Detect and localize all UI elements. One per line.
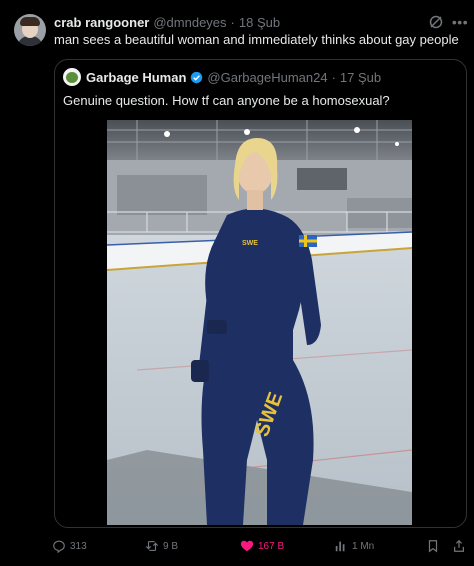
quote-display-name[interactable]: Garbage Human bbox=[86, 70, 186, 85]
views-button[interactable]: 1 Mn bbox=[334, 538, 374, 554]
tweet-text: man sees a beautiful woman and immediate… bbox=[54, 32, 459, 47]
like-count: 167 B bbox=[258, 540, 285, 552]
quote-media-image[interactable]: SWE SWE bbox=[107, 120, 412, 525]
grok-icon[interactable] bbox=[428, 14, 444, 30]
like-button[interactable]: 167 B bbox=[240, 538, 284, 554]
more-icon[interactable]: ••• bbox=[451, 14, 469, 30]
quote-separator-dot: · bbox=[331, 69, 336, 85]
reply-button[interactable]: 313 bbox=[52, 538, 87, 554]
quote-header: Garbage Human @GarbageHuman24 · 17 Şub bbox=[86, 68, 381, 86]
timestamp[interactable]: 18 Şub bbox=[239, 15, 280, 30]
quote-timestamp[interactable]: 17 Şub bbox=[340, 70, 381, 85]
repost-button[interactable]: 9 B bbox=[145, 538, 178, 554]
repost-count: 9 B bbox=[163, 540, 179, 552]
views-icon bbox=[335, 541, 345, 552]
display-name[interactable]: crab rangooner bbox=[54, 15, 149, 30]
like-icon bbox=[240, 540, 254, 552]
quote-avatar[interactable] bbox=[63, 68, 81, 86]
share-button[interactable] bbox=[452, 538, 470, 554]
verified-icon bbox=[191, 71, 203, 83]
reply-icon bbox=[53, 540, 65, 553]
bookmark-button[interactable] bbox=[426, 538, 444, 554]
quote-text: Genuine question. How tf can anyone be a… bbox=[63, 93, 390, 108]
quoted-tweet[interactable]: Garbage Human @GarbageHuman24 · 17 Şub G… bbox=[54, 59, 467, 528]
user-handle[interactable]: @dmndeyes bbox=[153, 15, 226, 30]
separator-dot: · bbox=[230, 14, 235, 30]
avatar[interactable] bbox=[14, 14, 46, 46]
tweet[interactable]: crab rangooner @dmndeyes · 18 Şub ••• ma… bbox=[0, 0, 474, 566]
reply-count: 313 bbox=[70, 540, 87, 552]
repost-icon bbox=[145, 541, 159, 551]
chest-text: SWE bbox=[242, 240, 258, 247]
quote-handle[interactable]: @GarbageHuman24 bbox=[207, 70, 327, 85]
tweet-header: crab rangooner @dmndeyes · 18 Şub bbox=[54, 13, 280, 31]
views-count: 1 Mn bbox=[352, 540, 375, 552]
action-bar: 313 9 B 167 B 1 Mn bbox=[0, 534, 474, 558]
share-icon bbox=[454, 539, 464, 552]
bookmark-icon bbox=[428, 540, 438, 553]
